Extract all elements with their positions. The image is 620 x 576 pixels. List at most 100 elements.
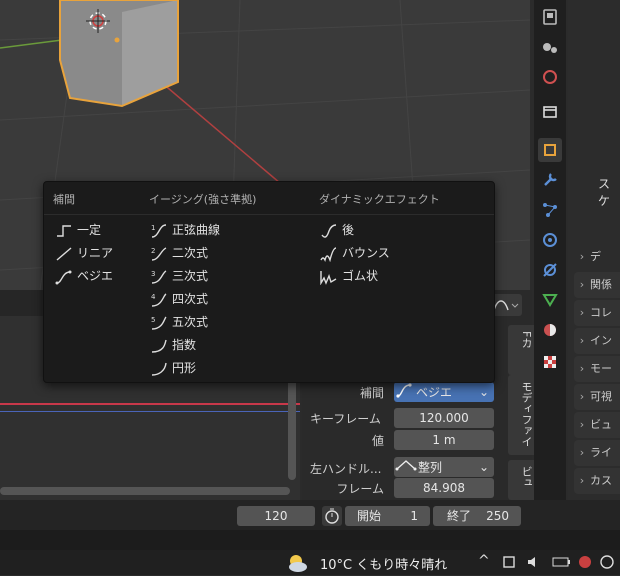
status-gap bbox=[0, 530, 620, 550]
tab-modifiers[interactable]: モディファイ bbox=[508, 375, 534, 455]
modifier-tab-icon[interactable] bbox=[538, 168, 562, 192]
chevron-up-icon[interactable]: ^ bbox=[478, 553, 490, 569]
chevron-down-icon: ⌄ bbox=[478, 460, 489, 474]
horizontal-scrollbar[interactable] bbox=[0, 487, 290, 495]
menu-item-expo[interactable]: 指数 bbox=[149, 335, 196, 355]
volume-icon[interactable] bbox=[526, 555, 542, 569]
menu-divider bbox=[44, 214, 494, 215]
end-frame-field[interactable]: 終了 250 bbox=[433, 506, 521, 526]
properties-section-6[interactable]: › 可視 bbox=[574, 384, 620, 410]
tab-fcurve[interactable]: Fカ bbox=[508, 325, 534, 375]
weather-text[interactable]: 10°C くもり時々晴れ bbox=[320, 554, 447, 573]
chevron-right-icon: › bbox=[579, 362, 585, 375]
current-frame-field[interactable]: 120 bbox=[237, 506, 315, 526]
interpolation-dropdown[interactable]: ベジエ ⌄ bbox=[394, 382, 494, 402]
bezier-icon bbox=[54, 269, 74, 285]
stopwatch-icon[interactable] bbox=[322, 506, 342, 526]
physics-tab-icon[interactable] bbox=[538, 228, 562, 252]
collection-tab-icon[interactable] bbox=[538, 100, 562, 124]
svg-text:3: 3 bbox=[151, 270, 155, 278]
menu-item-quart[interactable]: 4 四次式 bbox=[149, 289, 208, 309]
material-tab-icon[interactable] bbox=[538, 318, 562, 342]
keyframe-field[interactable]: 120.000 bbox=[394, 408, 494, 428]
properties-section-3[interactable]: › コレ bbox=[574, 300, 620, 326]
menu-item-circ[interactable]: 円形 bbox=[149, 358, 196, 378]
properties-tab-strip bbox=[534, 0, 566, 500]
taskbar: 10°C くもり時々晴れ ^ bbox=[0, 550, 620, 575]
cubic-icon: 3 bbox=[149, 269, 169, 285]
menu-item-quint[interactable]: 5 五次式 bbox=[149, 312, 208, 332]
quad-icon: 2 bbox=[149, 246, 169, 262]
bezier-icon bbox=[394, 382, 416, 404]
properties-section-5[interactable]: › モー bbox=[574, 356, 620, 382]
left-handle-dropdown[interactable]: 整列 ⌄ bbox=[394, 457, 494, 477]
circ-icon bbox=[149, 361, 169, 377]
app-icon[interactable] bbox=[600, 555, 614, 569]
interpolation-menu: 補間 イージング(強さ準拠) ダイナミックエフェクト 一定 リニア ベジエ 1正… bbox=[43, 181, 495, 383]
chevron-right-icon: › bbox=[579, 306, 585, 319]
chevron-right-icon: › bbox=[579, 334, 585, 347]
svg-text:1: 1 bbox=[151, 224, 155, 232]
value-field[interactable]: 1 m bbox=[394, 430, 494, 450]
elastic-icon bbox=[319, 269, 339, 285]
chevron-right-icon: › bbox=[579, 278, 585, 291]
constraints-tab-icon[interactable] bbox=[538, 258, 562, 282]
world-tab-icon[interactable] bbox=[538, 65, 562, 89]
quart-icon: 4 bbox=[149, 292, 169, 308]
object-tab-icon[interactable] bbox=[538, 138, 562, 162]
menu-item-bezier[interactable]: ベジエ bbox=[54, 266, 113, 286]
svg-text:2: 2 bbox=[151, 247, 155, 255]
frame-label: フレーム bbox=[336, 482, 384, 496]
chevron-right-icon: › bbox=[579, 250, 585, 263]
render-tab-icon[interactable] bbox=[538, 5, 562, 29]
expo-icon bbox=[149, 338, 169, 354]
properties-section-9[interactable]: › カス bbox=[574, 468, 620, 494]
start-frame-field[interactable]: 開始 1 bbox=[345, 506, 430, 526]
menu-item-constant[interactable]: 一定 bbox=[54, 220, 101, 240]
menu-item-sine[interactable]: 1 正弦曲線 bbox=[149, 220, 220, 240]
linear-icon bbox=[54, 246, 74, 262]
handle-aligned-icon bbox=[394, 457, 418, 479]
properties-section-1[interactable]: › デ bbox=[574, 244, 620, 270]
svg-text:4: 4 bbox=[151, 293, 156, 301]
chevron-down-icon: ⌄ bbox=[478, 385, 489, 399]
bounce-icon bbox=[319, 246, 339, 262]
tab-view[interactable]: ビュ bbox=[508, 460, 534, 500]
interpolation-label: 補間 bbox=[359, 386, 384, 400]
output-tab-icon[interactable] bbox=[538, 35, 562, 59]
frame-field[interactable]: 84.908 bbox=[394, 478, 494, 498]
left-handle-label: 左ハンドル... bbox=[310, 462, 382, 476]
menu-item-elastic[interactable]: ゴム状 bbox=[319, 266, 378, 286]
sine-icon: 1 bbox=[149, 223, 169, 239]
back-icon bbox=[319, 223, 339, 239]
properties-section-7[interactable]: › ビュ bbox=[574, 412, 620, 438]
chevron-right-icon: › bbox=[579, 390, 585, 403]
menu-item-back[interactable]: 後 bbox=[319, 220, 354, 240]
properties-section-2[interactable]: › 関係 bbox=[574, 272, 620, 298]
properties-section-8[interactable]: › ライ bbox=[574, 440, 620, 466]
menu-header-dynamic: ダイナミックエフェクト bbox=[319, 193, 440, 206]
data-tab-icon[interactable] bbox=[538, 288, 562, 312]
texture-tab-icon[interactable] bbox=[538, 350, 562, 374]
network-icon[interactable] bbox=[502, 555, 516, 569]
battery-icon[interactable] bbox=[552, 556, 572, 568]
quint-icon: 5 bbox=[149, 315, 169, 331]
menu-item-bounce[interactable]: バウンス bbox=[319, 243, 390, 263]
chevron-right-icon: › bbox=[579, 474, 585, 487]
properties-section-4[interactable]: › イン bbox=[574, 328, 620, 354]
menu-header-easing: イージング(強さ準拠) bbox=[149, 193, 257, 206]
constant-icon bbox=[54, 223, 74, 239]
weather-icon[interactable] bbox=[284, 553, 310, 573]
menu-item-linear[interactable]: リニア bbox=[54, 243, 113, 263]
curve-line-blue bbox=[0, 411, 300, 412]
particles-tab-icon[interactable] bbox=[538, 198, 562, 222]
curve-line-red bbox=[0, 403, 300, 405]
menu-header-interpolation: 補間 bbox=[53, 193, 75, 206]
value-label: 値 bbox=[371, 434, 384, 448]
menu-item-cubic[interactable]: 3 三次式 bbox=[149, 266, 208, 286]
menu-item-quad[interactable]: 2 二次式 bbox=[149, 243, 208, 263]
chevron-right-icon: › bbox=[579, 446, 585, 459]
properties-label-scale: スケ bbox=[598, 177, 611, 208]
chevron-right-icon: › bbox=[579, 418, 585, 431]
notification-icon[interactable] bbox=[578, 555, 592, 569]
